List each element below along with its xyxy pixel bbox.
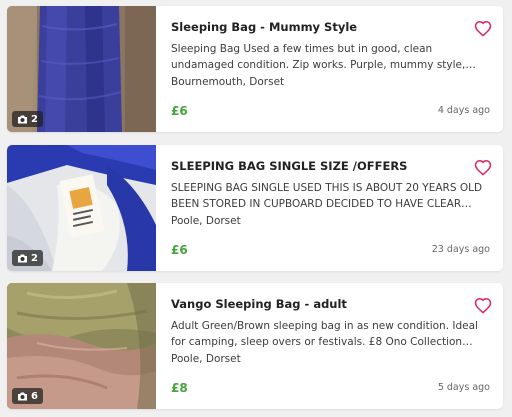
camera-icon — [17, 254, 28, 263]
listing-title[interactable]: SLEEPING BAG SINGLE SIZE /OFFERS — [171, 159, 463, 173]
photo-count-badge: 2 — [12, 250, 43, 266]
photo-count-badge: 6 — [12, 388, 43, 404]
listing-posted-time: 23 days ago — [431, 244, 490, 255]
camera-icon — [17, 392, 28, 401]
photo-count: 6 — [31, 390, 38, 402]
listing-description: Adult Green/Brown sleeping bag in as new… — [171, 320, 478, 348]
listing-card[interactable]: 2 Sleeping Bag - Mummy Style Sleeping Ba… — [7, 6, 503, 132]
listing-description: Sleeping Bag Used a few times but in goo… — [171, 43, 466, 71]
camera-icon — [17, 115, 28, 124]
listing-price: £6 — [171, 243, 188, 257]
listing-description: SLEEPING BAG SINGLE USED THIS IS ABOUT 2… — [171, 182, 483, 210]
heart-outline-icon[interactable] — [474, 159, 492, 176]
listing-details: Vango Sleeping Bag - adult Adult Green/B… — [171, 283, 503, 409]
listing-card[interactable]: 6 Vango Sleeping Bag - adult Adult Green… — [7, 283, 503, 409]
listing-title[interactable]: Sleeping Bag - Mummy Style — [171, 20, 463, 34]
heart-outline-icon[interactable] — [474, 20, 492, 37]
photo-count-badge: 2 — [12, 111, 43, 127]
listing-results: 2 Sleeping Bag - Mummy Style Sleeping Ba… — [0, 0, 512, 417]
listing-price: £8 — [171, 381, 188, 395]
listing-location: Poole, Dorset — [171, 215, 241, 227]
listing-details: Sleeping Bag - Mummy Style Sleeping Bag … — [171, 6, 503, 132]
photo-count: 2 — [31, 113, 38, 125]
listing-posted-time: 4 days ago — [437, 105, 490, 116]
listing-price: £6 — [171, 104, 188, 118]
listing-photo[interactable]: 2 — [7, 145, 156, 271]
listing-title[interactable]: Vango Sleeping Bag - adult — [171, 297, 463, 311]
photo-count: 2 — [31, 252, 38, 264]
heart-outline-icon[interactable] — [474, 297, 492, 314]
listing-photo[interactable]: 6 — [7, 283, 156, 409]
listing-location: Bournemouth, Dorset — [171, 76, 285, 88]
listing-location: Poole, Dorset — [171, 353, 241, 365]
listing-card[interactable]: 2 SLEEPING BAG SINGLE SIZE /OFFERS SLEEP… — [7, 145, 503, 271]
listing-posted-time: 5 days ago — [437, 382, 490, 393]
listing-details: SLEEPING BAG SINGLE SIZE /OFFERS SLEEPIN… — [171, 145, 503, 271]
listing-photo[interactable]: 2 — [7, 6, 156, 132]
